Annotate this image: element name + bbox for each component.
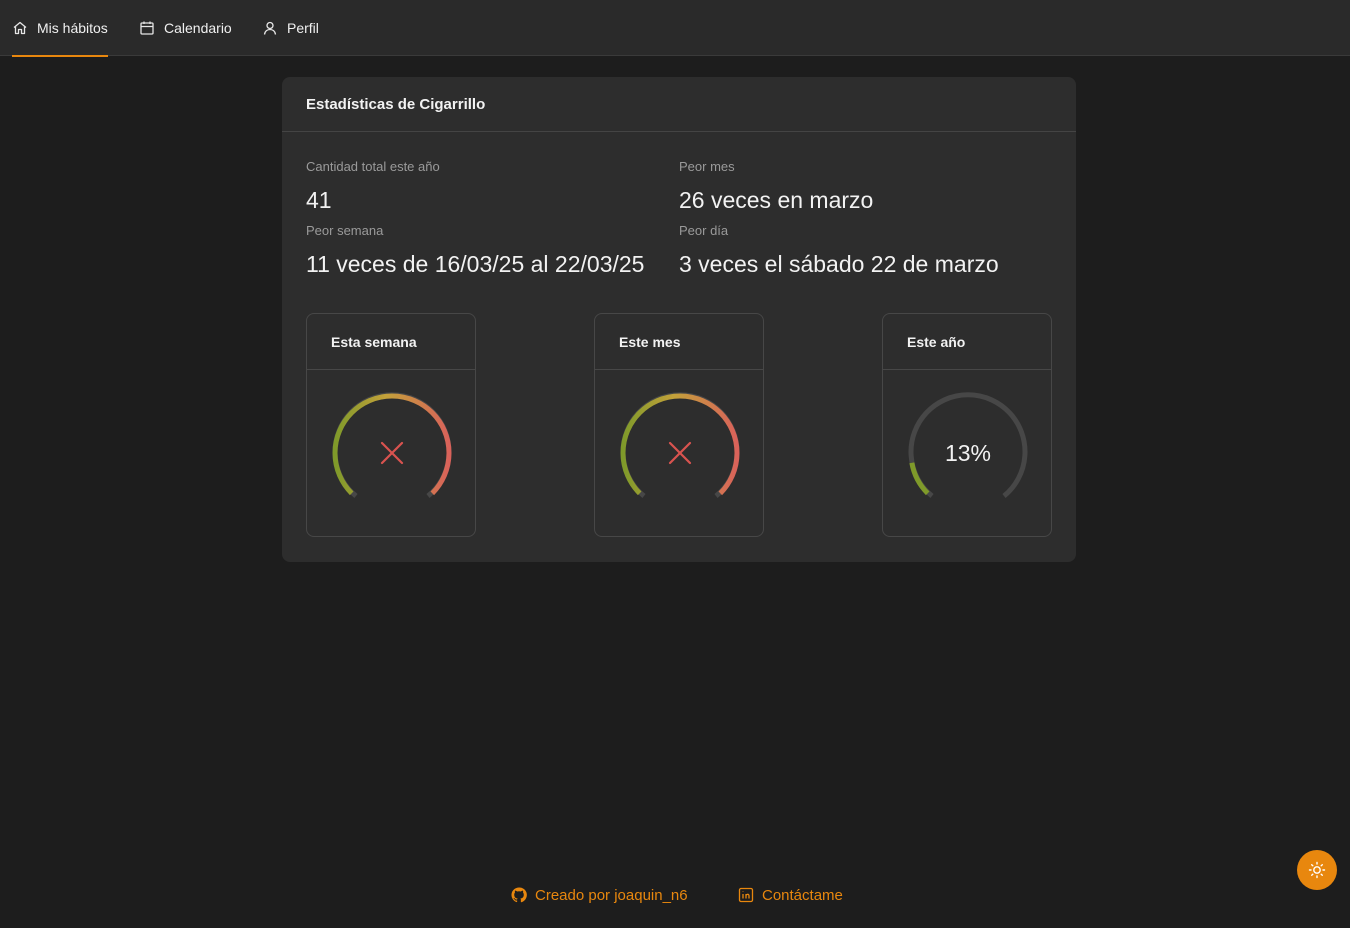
worst-day-label: Peor día [679,223,729,238]
github-icon [511,887,527,903]
calendar-icon [139,20,155,36]
gauge-card-month: Este mes [594,313,764,537]
habit-stats-card: Estadísticas de Cigarrillo Cantidad tota… [282,77,1076,562]
gauge-card-year: Este año 13% [882,313,1052,537]
theme-toggle-button[interactable] [1297,850,1337,890]
footer-github-link[interactable]: Creado por joaquin_n6 [511,884,688,906]
gauge-percent-text: 13% [944,439,992,466]
gauge-title: Este mes [595,314,763,370]
gauge-title: Esta semana [307,314,475,370]
nav-item-mis-habitos[interactable]: Mis hábitos [12,0,108,57]
close-icon [668,441,692,465]
top-navigation: Mis hábitos Calendario Perfil [0,0,1350,57]
gauge-title: Este año [883,314,1051,370]
footer-contact: Contáctame [762,886,843,904]
card-title: Estadísticas de Cigarrillo [282,77,1076,132]
footer-created-by: Creado por joaquin_n6 [535,886,688,904]
home-icon [12,20,28,36]
nav-item-label: Mis hábitos [37,20,108,36]
total-value: 41 [306,187,332,213]
nav-item-calendario[interactable]: Calendario [139,0,232,56]
gauge-week [332,392,452,498]
worst-month-value: 26 veces en marzo [679,187,874,213]
linkedin-icon [738,887,754,903]
worst-day-value: 3 veces el sábado 22 de marzo [679,251,999,277]
total-label: Cantidad total este año [306,159,440,174]
worst-week-label: Peor semana [306,223,384,238]
gauge-card-week: Esta semana [306,313,476,537]
user-icon [262,20,278,36]
worst-week-value: 11 veces de 16/03/25 al 22/03/25 [306,251,645,277]
footer-contact-link[interactable]: Contáctame [738,884,843,906]
nav-item-label: Calendario [164,20,232,36]
gauge-progress-arc [332,393,452,496]
nav-item-perfil[interactable]: Perfil [262,0,319,56]
close-icon [380,441,404,465]
gauge-month [620,392,740,498]
nav-item-label: Perfil [287,20,319,36]
worst-month-label: Peor mes [679,159,735,174]
sun-icon [1308,861,1326,879]
gauge-progress-arc [620,393,740,496]
